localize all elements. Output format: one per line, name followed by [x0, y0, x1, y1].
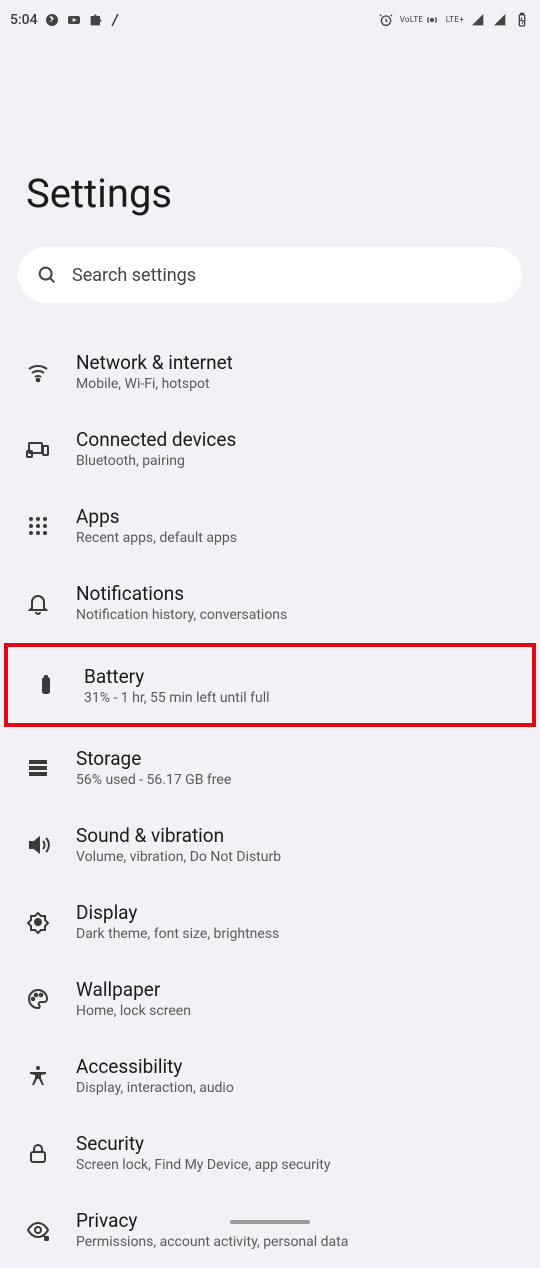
apps-grid-icon: [24, 512, 52, 540]
row-title: Wallpaper: [76, 978, 191, 1001]
search-icon: [36, 264, 58, 286]
row-subtitle: Dark theme, font size, brightness: [76, 926, 279, 942]
settings-item-display[interactable]: Display Dark theme, font size, brightnes…: [0, 883, 540, 960]
brightness-icon: [24, 908, 52, 936]
row-subtitle: Mobile, Wi-Fi, hotspot: [76, 376, 233, 392]
signal-icon-2: [492, 12, 508, 28]
hotspot-icon: [424, 12, 440, 28]
row-title: Network & internet: [76, 351, 233, 374]
puzzle-icon: [88, 12, 104, 28]
settings-item-battery[interactable]: Battery 31% - 1 hr, 55 min left until fu…: [8, 647, 526, 723]
settings-item-devices[interactable]: Connected devices Bluetooth, pairing: [0, 410, 540, 487]
lock-icon: [24, 1139, 52, 1167]
settings-item-network[interactable]: Network & internet Mobile, Wi-Fi, hotspo…: [0, 333, 540, 410]
status-bar-left: 5:04: [10, 12, 120, 28]
row-subtitle: Home, lock screen: [76, 1003, 191, 1019]
settings-item-wallpaper[interactable]: Wallpaper Home, lock screen: [0, 960, 540, 1037]
signal-icon: [470, 12, 486, 28]
row-subtitle: Volume, vibration, Do Not Disturb: [76, 849, 281, 865]
row-subtitle: Recent apps, default apps: [76, 530, 237, 546]
alarm-icon: [378, 12, 394, 28]
accessibility-icon: [24, 1062, 52, 1090]
page-title: Settings: [0, 40, 540, 247]
bell-icon: [24, 589, 52, 617]
speaker-icon: [24, 831, 52, 859]
lte-indicator: LTE+: [446, 16, 464, 24]
youtube-icon: [66, 12, 82, 28]
status-bar-right: VoLTE LTE+: [378, 12, 530, 28]
row-title: Notifications: [76, 582, 287, 605]
row-subtitle: 56% used - 56.17 GB free: [76, 772, 231, 788]
wifi-icon: [24, 358, 52, 386]
settings-item-apps[interactable]: Apps Recent apps, default apps: [0, 487, 540, 564]
shazam-icon: [44, 12, 60, 28]
volte-indicator: VoLTE: [400, 16, 418, 24]
settings-item-storage[interactable]: Storage 56% used - 56.17 GB free: [0, 729, 540, 806]
search-input[interactable]: Search settings: [18, 247, 522, 303]
settings-item-sound[interactable]: Sound & vibration Volume, vibration, Do …: [0, 806, 540, 883]
settings-item-accessibility[interactable]: Accessibility Display, interaction, audi…: [0, 1037, 540, 1114]
devices-icon: [24, 435, 52, 463]
storage-icon: [24, 754, 52, 782]
row-subtitle: Screen lock, Find My Device, app securit…: [76, 1157, 330, 1173]
slash-icon: [110, 12, 120, 28]
battery-charging-icon: [514, 12, 530, 28]
status-bar: 5:04 VoLTE LTE+: [0, 0, 540, 40]
row-title: Connected devices: [76, 428, 236, 451]
highlight-battery: Battery 31% - 1 hr, 55 min left until fu…: [4, 643, 536, 727]
settings-item-security[interactable]: Security Screen lock, Find My Device, ap…: [0, 1114, 540, 1191]
row-title: Security: [76, 1132, 330, 1155]
settings-list: Network & internet Mobile, Wi-Fi, hotspo…: [0, 333, 540, 1268]
row-subtitle: Display, interaction, audio: [76, 1080, 234, 1096]
row-title: Sound & vibration: [76, 824, 281, 847]
palette-icon: [24, 985, 52, 1013]
row-subtitle: Notification history, conversations: [76, 607, 287, 623]
settings-item-notifications[interactable]: Notifications Notification history, conv…: [0, 564, 540, 641]
row-title: Storage: [76, 747, 231, 770]
row-title: Display: [76, 901, 279, 924]
battery-icon: [32, 671, 60, 699]
status-time: 5:04: [10, 12, 38, 28]
row-title: Accessibility: [76, 1055, 234, 1078]
nav-handle[interactable]: [230, 1220, 310, 1224]
row-title: Apps: [76, 505, 237, 528]
row-title: Battery: [84, 665, 270, 688]
search-placeholder: Search settings: [72, 265, 196, 286]
row-subtitle: Bluetooth, pairing: [76, 453, 236, 469]
row-subtitle: Permissions, account activity, personal …: [76, 1234, 348, 1250]
row-subtitle: 31% - 1 hr, 55 min left until full: [84, 690, 270, 706]
